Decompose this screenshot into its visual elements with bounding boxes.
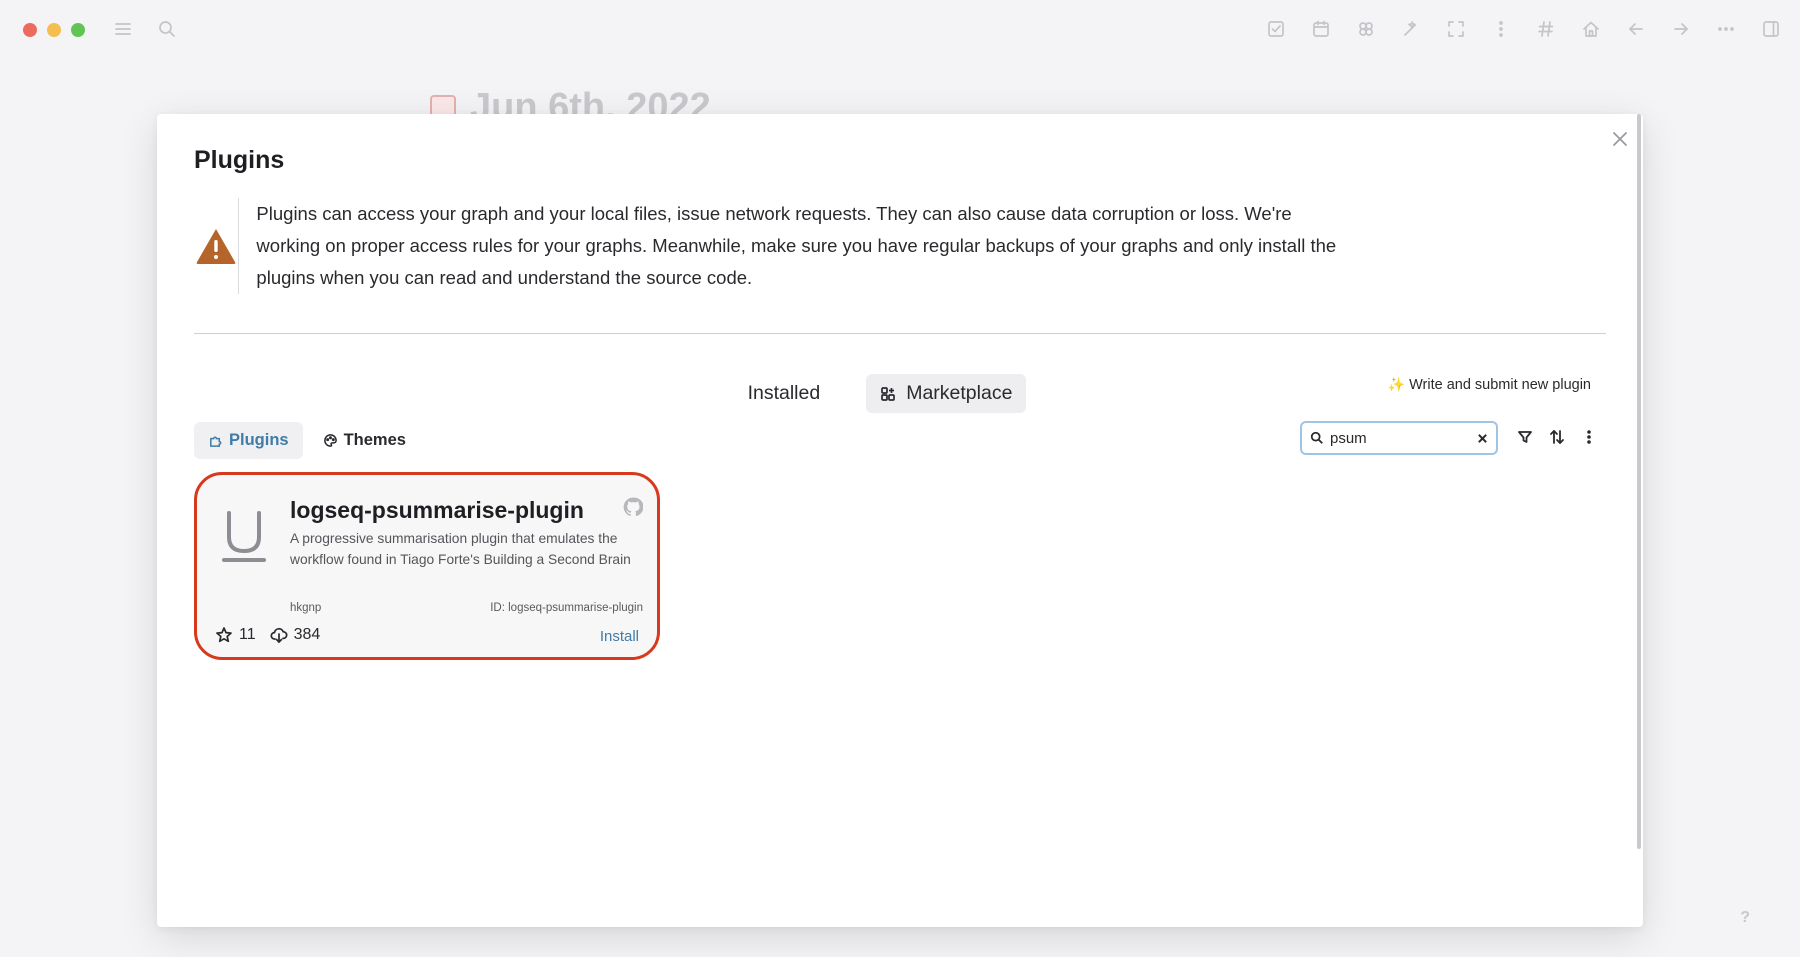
back-arrow-icon[interactable] xyxy=(1625,18,1647,40)
todo-icon[interactable] xyxy=(1265,18,1287,40)
sparkle-icon: ✨ xyxy=(1387,376,1406,392)
list-tools xyxy=(1516,428,1597,446)
stars-stat: 11 xyxy=(215,626,256,644)
security-warning: Plugins can access your graph and your l… xyxy=(194,198,1344,294)
tab-installed[interactable]: Installed xyxy=(734,374,835,413)
warning-icon xyxy=(194,198,238,294)
plugin-card[interactable]: logseq-psummarise-plugin A progressive s… xyxy=(194,472,660,660)
close-window-button[interactable] xyxy=(23,23,37,37)
fullscreen-icon[interactable] xyxy=(1445,18,1467,40)
plugins-icon[interactable] xyxy=(1355,18,1377,40)
modal-scrollbar[interactable] xyxy=(1637,114,1641,849)
vertical-dots-icon xyxy=(1586,430,1591,444)
tab-marketplace[interactable]: Marketplace xyxy=(866,374,1027,413)
close-icon xyxy=(1613,132,1627,146)
submit-plugin-link[interactable]: ✨ Write and submit new plugin xyxy=(1388,376,1591,393)
palette-icon xyxy=(323,434,337,447)
search-icon[interactable] xyxy=(156,18,178,40)
install-button[interactable]: Install xyxy=(600,628,639,645)
divider xyxy=(194,333,1606,334)
tab-plugins-label: Plugins xyxy=(229,431,289,449)
window-controls xyxy=(23,23,85,37)
vertical-dots-icon[interactable] xyxy=(1490,18,1512,40)
filter-button[interactable] xyxy=(1516,428,1533,446)
github-icon[interactable] xyxy=(623,497,644,517)
star-icon xyxy=(216,627,232,643)
more-options-button[interactable] xyxy=(1580,428,1597,446)
more-icon[interactable] xyxy=(1715,18,1737,40)
help-icon[interactable]: ? xyxy=(1740,909,1750,927)
zoom-window-button[interactable] xyxy=(71,23,85,37)
plugin-id: ID: logseq-psummarise-plugin xyxy=(490,602,643,614)
calendar-icon[interactable] xyxy=(1310,18,1332,40)
home-icon[interactable] xyxy=(1580,18,1602,40)
submit-plugin-label: Write and submit new plugin xyxy=(1409,376,1591,393)
plugin-logo-icon xyxy=(219,509,269,563)
stars-count: 11 xyxy=(239,626,256,643)
tab-themes-label: Themes xyxy=(343,431,406,449)
sort-button[interactable] xyxy=(1548,428,1565,446)
minimize-window-button[interactable] xyxy=(47,23,61,37)
tab-installed-label: Installed xyxy=(747,382,821,404)
plugin-stats: 11 384 xyxy=(215,626,320,644)
tab-plugins[interactable]: Plugins xyxy=(194,422,303,459)
cloud-download-icon xyxy=(270,627,288,643)
plugin-name: logseq-psummarise-plugin xyxy=(290,497,584,523)
search-icon xyxy=(1310,431,1323,444)
downloads-stat: 384 xyxy=(270,626,321,644)
downloads-count: 384 xyxy=(293,626,321,643)
sidebar-toggle-icon[interactable] xyxy=(1760,18,1782,40)
warning-text: Plugins can access your graph and your l… xyxy=(256,203,1337,288)
toolbar-right xyxy=(1265,18,1782,40)
modal-title: Plugins xyxy=(194,146,285,174)
forward-arrow-icon[interactable] xyxy=(1670,18,1692,40)
marketplace-icon xyxy=(881,386,896,401)
menu-icon[interactable] xyxy=(112,18,134,40)
clear-search-button[interactable] xyxy=(1476,431,1488,445)
puzzle-icon xyxy=(210,436,222,447)
sort-icon xyxy=(1549,430,1564,444)
hashtag-icon[interactable] xyxy=(1535,18,1557,40)
themes-icon[interactable] xyxy=(1400,18,1422,40)
filter-icon xyxy=(1517,431,1532,443)
tab-marketplace-label: Marketplace xyxy=(906,382,1013,404)
plugin-description: A progressive summarisation plugin that … xyxy=(290,531,631,567)
category-tabs: Plugins Themes xyxy=(194,422,420,459)
toolbar-left xyxy=(112,18,178,40)
modal-close-button[interactable] xyxy=(1607,126,1633,152)
plugin-author: hkgnp xyxy=(290,602,322,614)
plugins-modal: Plugins Plugins can access your graph an… xyxy=(157,114,1643,927)
clear-icon xyxy=(1477,433,1487,443)
search-input[interactable] xyxy=(1330,429,1470,447)
plugin-search[interactable] xyxy=(1300,421,1498,455)
tab-themes[interactable]: Themes xyxy=(309,422,420,459)
